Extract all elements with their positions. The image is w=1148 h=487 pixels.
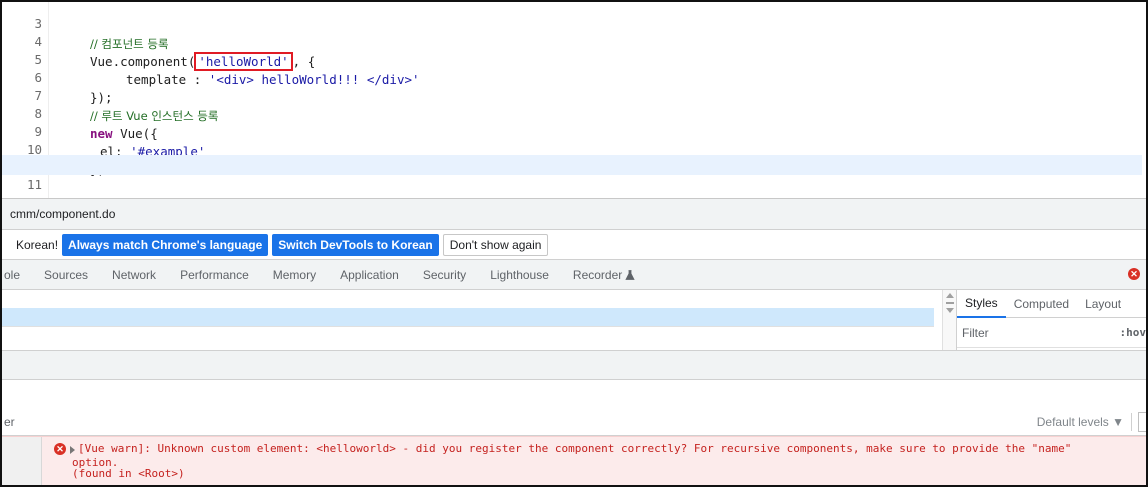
dont-show-again-button[interactable]: Don't show again bbox=[442, 233, 549, 256]
code-line-9: 9 el: '#example' bbox=[2, 102, 1142, 159]
error-found-in: (found in <Root>) bbox=[72, 467, 185, 480]
tab-memory[interactable]: Memory bbox=[261, 268, 328, 282]
scrollbar[interactable] bbox=[942, 290, 956, 350]
console-gutter bbox=[2, 437, 42, 485]
code-line-7: 7 // 루트 Vue 인스턴스 등록 bbox=[2, 66, 1142, 123]
always-match-language-button[interactable]: Always match Chrome's language bbox=[62, 233, 269, 256]
styles-pane: Styles Computed Layout Filter :hov bbox=[956, 290, 1146, 350]
devtools-tabbar: ole Sources Network Performance Memory A… bbox=[2, 260, 1146, 290]
console-filter-input[interactable]: er bbox=[4, 415, 15, 429]
styles-filter-input[interactable]: Filter bbox=[962, 326, 989, 340]
code-line-8: 8 new Vue({ bbox=[2, 84, 1142, 141]
code-line-10: 10 }) bbox=[2, 120, 1142, 177]
sources-panel: Styles Computed Layout Filter :hov bbox=[2, 290, 1146, 380]
styles-tabbar: Styles Computed Layout bbox=[957, 290, 1146, 318]
code-editor[interactable]: 3 // 컴포넌트 등록 4 Vue.component('helloWorld… bbox=[2, 2, 1146, 233]
error-text: [Vue warn]: Unknown custom element: <hel… bbox=[78, 442, 1072, 455]
tab-computed[interactable]: Computed bbox=[1006, 297, 1077, 311]
code-line-5: 5 template : '<div> helloWorld!!! </div>… bbox=[2, 30, 1142, 87]
scroll-thumb[interactable] bbox=[946, 302, 954, 304]
console-error-message[interactable]: ✕ [Vue warn]: Unknown custom element: <h… bbox=[2, 436, 1146, 485]
hov-toggle-button[interactable]: :hov bbox=[1120, 326, 1147, 339]
tab-recorder-label: Recorder bbox=[572, 267, 623, 282]
row-divider bbox=[2, 326, 934, 327]
tab-console[interactable]: ole bbox=[2, 268, 32, 282]
error-count-icon[interactable]: ✕ bbox=[1128, 268, 1140, 280]
url-bar[interactable]: cmm/component.do bbox=[2, 198, 1146, 230]
switch-devtools-korean-button[interactable]: Switch DevTools to Korean bbox=[272, 233, 439, 256]
tab-styles[interactable]: Styles bbox=[957, 290, 1006, 318]
selected-row[interactable] bbox=[2, 308, 934, 326]
scroll-up-icon[interactable] bbox=[946, 293, 954, 298]
screenshot-frame: 3 // 컴포넌트 등록 4 Vue.component('helloWorld… bbox=[0, 0, 1148, 487]
tab-network[interactable]: Network bbox=[100, 268, 168, 282]
issues-button[interactable] bbox=[1138, 412, 1146, 432]
tab-sources[interactable]: Sources bbox=[32, 268, 100, 282]
tab-layout[interactable]: Layout bbox=[1077, 297, 1129, 311]
code-line-6: 6 }); bbox=[2, 48, 1142, 105]
log-levels-dropdown[interactable]: Default levels ▼ bbox=[1037, 415, 1124, 429]
expand-triangle-icon[interactable] bbox=[70, 446, 75, 454]
error-icon: ✕ bbox=[54, 443, 66, 455]
tab-recorder[interactable]: Recorder bbox=[561, 268, 647, 282]
toolbar-divider bbox=[1131, 413, 1132, 431]
scroll-down-icon[interactable] bbox=[946, 308, 954, 313]
sources-lower-toolbar bbox=[2, 350, 1146, 380]
styles-filter-row: Filter :hov bbox=[957, 318, 1146, 348]
notice-text: Korean! bbox=[16, 237, 59, 252]
tab-lighthouse[interactable]: Lighthouse bbox=[478, 268, 561, 282]
code-line-4: 4 Vue.component('helloWorld', { bbox=[2, 12, 1142, 71]
code-line-12: 12 }); bbox=[2, 176, 1142, 233]
tab-security[interactable]: Security bbox=[411, 268, 478, 282]
tab-performance[interactable]: Performance bbox=[168, 268, 261, 282]
code-line-11: 11 bbox=[2, 155, 1142, 192]
flask-icon bbox=[625, 269, 635, 280]
tab-application[interactable]: Application bbox=[328, 268, 411, 282]
url-text: cmm/component.do bbox=[10, 207, 116, 221]
language-notice-bar: Korean! Always match Chrome's language S… bbox=[2, 230, 1146, 260]
console-filter-bar: er Default levels ▼ bbox=[2, 408, 1146, 436]
